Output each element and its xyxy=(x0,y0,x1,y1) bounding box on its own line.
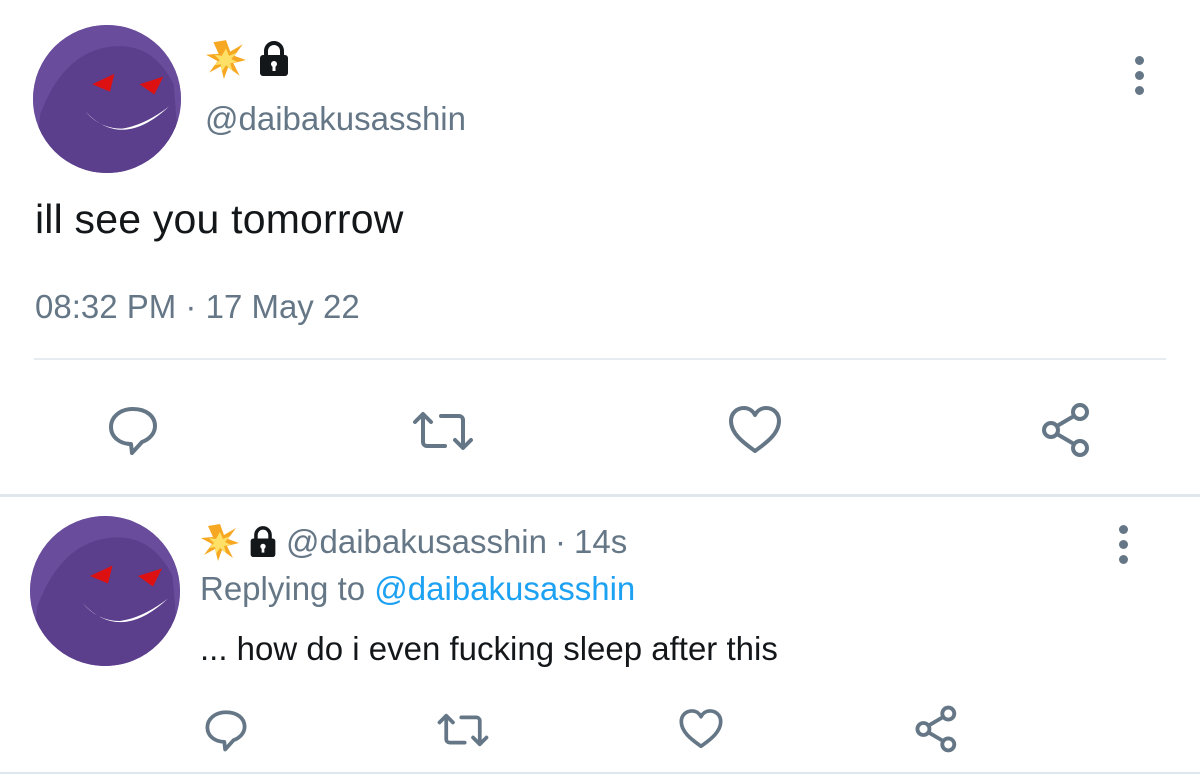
tweet-text: ill see you tomorrow xyxy=(35,196,404,242)
retweet-icon[interactable] xyxy=(412,410,474,452)
reply-header: @daibakusasshin · 14s xyxy=(200,522,627,562)
reply-icon[interactable] xyxy=(107,404,159,456)
reply-age: 14s xyxy=(574,523,628,560)
bottom-separator xyxy=(0,772,1200,774)
reply-author-handle[interactable]: @daibakusasshin xyxy=(286,523,547,561)
heart-icon[interactable] xyxy=(727,405,783,455)
tweet-time: 08:32 PM xyxy=(35,288,177,325)
more-vertical-icon[interactable] xyxy=(1113,525,1133,570)
divider xyxy=(34,358,1166,360)
reply-text: ... how do i even fucking sleep after th… xyxy=(200,630,778,667)
reply-avatar[interactable] xyxy=(30,516,180,666)
tweet-timestamp: 08:32 PM · 17 May 22 xyxy=(35,288,360,326)
replying-to-label: Replying to xyxy=(200,570,366,607)
more-vertical-icon[interactable] xyxy=(1129,56,1149,101)
gengar-avatar-image xyxy=(33,25,181,173)
meta-separator: · xyxy=(555,523,566,560)
collision-emoji-icon xyxy=(200,522,240,562)
share-icon[interactable] xyxy=(914,705,962,753)
collision-emoji-icon xyxy=(205,38,247,80)
avatar[interactable] xyxy=(33,25,181,173)
replying-to-handle-link[interactable]: @daibakusasshin xyxy=(374,570,635,607)
tweet-date: 17 May 22 xyxy=(205,288,360,325)
retweet-icon[interactable] xyxy=(437,712,489,748)
meta-separator: · xyxy=(185,288,197,325)
lock-icon xyxy=(248,525,278,559)
author-handle[interactable]: @daibakusasshin xyxy=(205,100,466,138)
gengar-avatar-image xyxy=(30,516,180,666)
reply-icon[interactable] xyxy=(204,708,248,752)
share-icon[interactable] xyxy=(1040,402,1096,458)
author-badges xyxy=(205,38,291,80)
replying-to: Replying to @daibakusasshin xyxy=(200,570,635,608)
lock-icon xyxy=(257,40,291,78)
heart-icon[interactable] xyxy=(678,708,724,750)
tweet-separator xyxy=(0,494,1200,497)
